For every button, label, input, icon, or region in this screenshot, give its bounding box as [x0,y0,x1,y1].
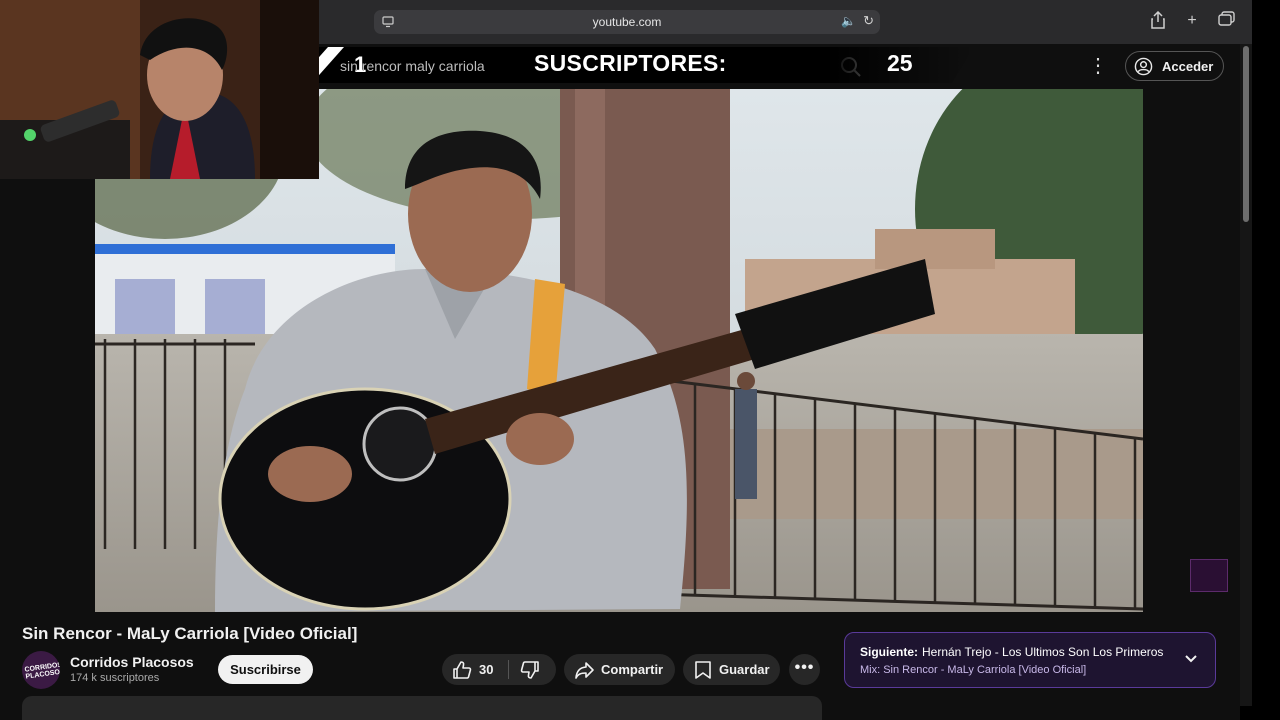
save-button[interactable]: Guardar [683,654,780,685]
up-next-card[interactable]: Siguiente: Hernán Trejo - Los Ultimos So… [844,632,1216,688]
channel-subscribers: 174 k suscriptores [70,672,160,684]
signin-label: Acceder [1162,59,1214,74]
more-actions-button[interactable]: ••• [789,654,820,685]
like-dislike-group: 30 [442,654,556,685]
chevron-down-icon[interactable] [1183,651,1199,667]
share-icon [575,662,594,679]
speaker-icon[interactable]: 🔈 [841,14,856,28]
subscribe-button[interactable]: Suscribirse [218,655,313,684]
up-next-title: Hernán Trejo - Los Ultimos Son Los Prime… [922,645,1164,659]
right-gutter [1252,0,1280,720]
subscribers-count: 25 [887,50,913,76]
up-next-mix: Mix: Sin Rencor - MaLy Carriola [Video O… [860,664,1087,676]
avatar-logo-text: CORRIDOS PLACOSOS [24,661,60,681]
bookmark-icon [695,661,711,679]
channel-watermark-icon[interactable] [1190,559,1228,592]
channel-avatar[interactable]: CORRIDOS PLACOSOS [22,651,60,689]
tab-overview-icon[interactable] [1217,11,1237,31]
share-label: Compartir [601,662,664,677]
subscribers-label: SUSCRIPTORES: [534,50,727,76]
like-count[interactable]: 30 [479,662,493,677]
share-page-icon[interactable] [1148,10,1168,31]
reload-icon[interactable]: ↻ [863,13,874,29]
up-next-label: Siguiente: [860,645,919,659]
signin-button[interactable]: Acceder [1125,51,1224,81]
address-url: youtube.com [592,15,662,29]
description-box[interactable] [22,696,822,720]
address-bar[interactable]: youtube.com 🔈 ↻ [374,10,880,34]
streamer-facecam [0,0,319,179]
thumbs-up-icon[interactable] [452,660,472,680]
save-label: Guardar [719,662,770,677]
scrollbar-thumb[interactable] [1243,46,1249,222]
channel-name[interactable]: Corridos Placosos [70,654,194,670]
thumbs-down-icon[interactable] [520,660,540,680]
new-tab-icon[interactable]: + [1182,11,1202,31]
share-button[interactable]: Compartir [564,654,675,685]
more-dots-icon: ••• [794,659,815,676]
user-icon [1134,57,1153,76]
search-input[interactable]: sin rencor maly carriola [340,58,485,74]
settings-menu-icon[interactable]: ⋮ [1088,54,1108,78]
video-title: Sin Rencor - MaLy Carriola [Video Oficia… [22,624,358,643]
like-divider [508,660,509,679]
facecam-image [0,0,319,179]
